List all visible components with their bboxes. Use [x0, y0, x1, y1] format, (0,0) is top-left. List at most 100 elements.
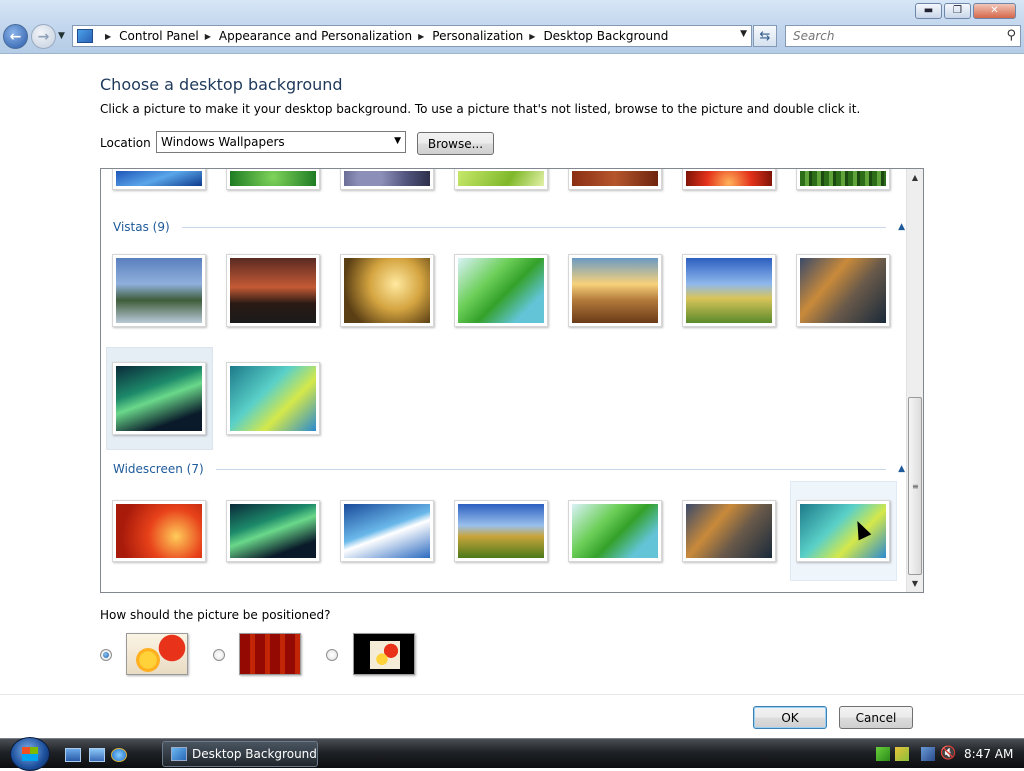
- wallpaper-image: [116, 504, 202, 558]
- wallpaper-thumbnail[interactable]: [112, 362, 206, 435]
- scroll-down-icon[interactable]: ▼: [907, 575, 923, 592]
- wallpaper-thumbnail[interactable]: [112, 169, 206, 190]
- wallpaper-thumbnail[interactable]: [226, 362, 320, 435]
- wallpaper-thumbnail[interactable]: [454, 500, 548, 562]
- wallpaper-thumbnail[interactable]: [796, 254, 890, 327]
- search-box[interactable]: ⚲: [785, 25, 1021, 47]
- wallpaper-image: [686, 258, 772, 323]
- breadcrumb-separator-icon[interactable]: ▶: [205, 32, 211, 41]
- refresh-button[interactable]: ⇆: [753, 25, 777, 47]
- wallpaper-thumbnail[interactable]: [454, 254, 548, 327]
- wallpaper-image: [230, 258, 316, 323]
- wallpaper-thumbnail[interactable]: [112, 500, 206, 562]
- network-tray-icon[interactable]: [895, 747, 909, 761]
- location-value: Windows Wallpapers: [161, 135, 285, 149]
- minimize-button[interactable]: ▬: [915, 3, 942, 19]
- collapse-icon[interactable]: ▲: [898, 222, 905, 232]
- wallpaper-thumbnail-selected[interactable]: [796, 500, 890, 562]
- breadcrumb-separator-icon[interactable]: ▶: [418, 32, 424, 41]
- address-bar[interactable]: ▶ Control Panel ▶ Appearance and Persona…: [72, 25, 752, 47]
- window-title-bar: ▬ ❐ ✕ ← → ▼ ▶ Control Panel ▶ Appearance…: [0, 0, 1024, 54]
- start-button[interactable]: [10, 737, 50, 771]
- group-header-widescreen[interactable]: Widescreen (7) ▲: [113, 462, 905, 476]
- minimize-icon: ▬: [923, 5, 934, 16]
- wallpaper-thumbnail[interactable]: [226, 169, 320, 190]
- back-arrow-icon: ←: [9, 28, 22, 45]
- location-label: Location: [100, 136, 151, 150]
- breadcrumb-personalization[interactable]: Personalization: [432, 29, 523, 43]
- wallpaper-thumbnail[interactable]: [340, 169, 434, 190]
- group-label: Widescreen (7): [113, 462, 204, 476]
- wallpaper-thumbnail[interactable]: [796, 169, 890, 190]
- position-fit-preview[interactable]: [126, 633, 188, 675]
- position-question: How should the picture be positioned?: [100, 608, 331, 622]
- collapse-icon[interactable]: ▲: [898, 464, 905, 474]
- cancel-button[interactable]: Cancel: [839, 706, 913, 729]
- address-dropdown-icon[interactable]: ▼: [740, 29, 747, 39]
- wallpaper-thumbnail[interactable]: [682, 169, 776, 190]
- radio-center[interactable]: [326, 649, 338, 661]
- taskbar: Desktop Background 🔇 8:47 AM: [0, 737, 1024, 771]
- wallpaper-thumbnail[interactable]: [454, 169, 548, 190]
- location-dropdown[interactable]: Windows Wallpapers ▼: [156, 131, 406, 153]
- forward-arrow-icon: →: [37, 28, 50, 45]
- breadcrumb-desktop-background[interactable]: Desktop Background: [543, 29, 668, 43]
- vertical-scrollbar[interactable]: ▲ ≡ ▼: [906, 169, 923, 592]
- wallpaper-thumbnail[interactable]: [340, 500, 434, 562]
- search-input[interactable]: [791, 28, 991, 44]
- radio-tile[interactable]: [213, 649, 225, 661]
- wallpaper-thumbnail[interactable]: [340, 254, 434, 327]
- maximize-button[interactable]: ❐: [944, 3, 971, 19]
- wallpaper-thumbnail[interactable]: [112, 254, 206, 327]
- taskbar-button-desktop-background[interactable]: Desktop Background: [162, 741, 318, 767]
- wallpaper-thumbnail[interactable]: [568, 254, 662, 327]
- breadcrumb-separator-icon[interactable]: ▶: [529, 32, 535, 41]
- internet-explorer-icon[interactable]: [111, 748, 127, 762]
- wallpaper-thumbnail[interactable]: [568, 169, 662, 190]
- wallpaper-image: [800, 258, 886, 323]
- show-desktop-icon[interactable]: [65, 748, 81, 762]
- wallpaper-thumbnail[interactable]: [226, 500, 320, 562]
- instructions-text: Click a picture to make it your desktop …: [100, 102, 861, 116]
- scrollbar-thumb[interactable]: ≡: [908, 397, 922, 575]
- refresh-icon: ⇆: [759, 28, 771, 44]
- wallpaper-thumbnail[interactable]: [682, 254, 776, 327]
- wallpaper-image: [458, 258, 544, 323]
- close-button[interactable]: ✕: [973, 3, 1016, 19]
- wallpaper-gallery[interactable]: Vistas (9) ▲ Widescreen (7) ▲ ▲ ≡ ▼: [100, 168, 924, 593]
- forward-button[interactable]: →: [31, 24, 56, 49]
- radio-fit[interactable]: [100, 649, 112, 661]
- windows-logo-icon: [22, 747, 38, 761]
- search-icon[interactable]: ⚲: [1006, 28, 1016, 43]
- breadcrumb-control-panel[interactable]: Control Panel: [119, 29, 199, 43]
- wallpaper-image: [344, 504, 430, 558]
- wallpaper-thumbnail[interactable]: [226, 254, 320, 327]
- recent-pages-dropdown-icon[interactable]: ▼: [58, 31, 65, 41]
- footer-divider: [0, 694, 1024, 695]
- wallpaper-image: [116, 171, 202, 186]
- browse-button[interactable]: Browse...: [417, 132, 494, 155]
- switch-windows-icon[interactable]: [89, 748, 105, 762]
- position-center-preview[interactable]: [353, 633, 415, 675]
- ok-button[interactable]: OK: [753, 706, 827, 729]
- volume-muted-icon[interactable]: 🔇: [940, 747, 956, 761]
- back-button[interactable]: ←: [3, 24, 28, 49]
- wallpaper-thumbnail[interactable]: [568, 500, 662, 562]
- breadcrumb-appearance[interactable]: Appearance and Personalization: [219, 29, 412, 43]
- taskbar-button-label: Desktop Background: [192, 747, 317, 761]
- wallpaper-image: [344, 258, 430, 323]
- position-tile-preview[interactable]: [239, 633, 301, 675]
- clock[interactable]: 8:47 AM: [964, 747, 1013, 761]
- wallpaper-thumbnail[interactable]: [682, 500, 776, 562]
- security-tray-icon[interactable]: [876, 747, 890, 761]
- wallpaper-image: [686, 504, 772, 558]
- monitor-tray-icon[interactable]: [921, 747, 935, 761]
- page-title: Choose a desktop background: [100, 75, 343, 94]
- breadcrumb-separator-icon[interactable]: ▶: [105, 32, 111, 41]
- wallpaper-image: [572, 504, 658, 558]
- wallpaper-image: [116, 366, 202, 431]
- group-header-vistas[interactable]: Vistas (9) ▲: [113, 220, 905, 234]
- wallpaper-image: [230, 366, 316, 431]
- wallpaper-image: [686, 171, 772, 186]
- scroll-up-icon[interactable]: ▲: [907, 169, 923, 186]
